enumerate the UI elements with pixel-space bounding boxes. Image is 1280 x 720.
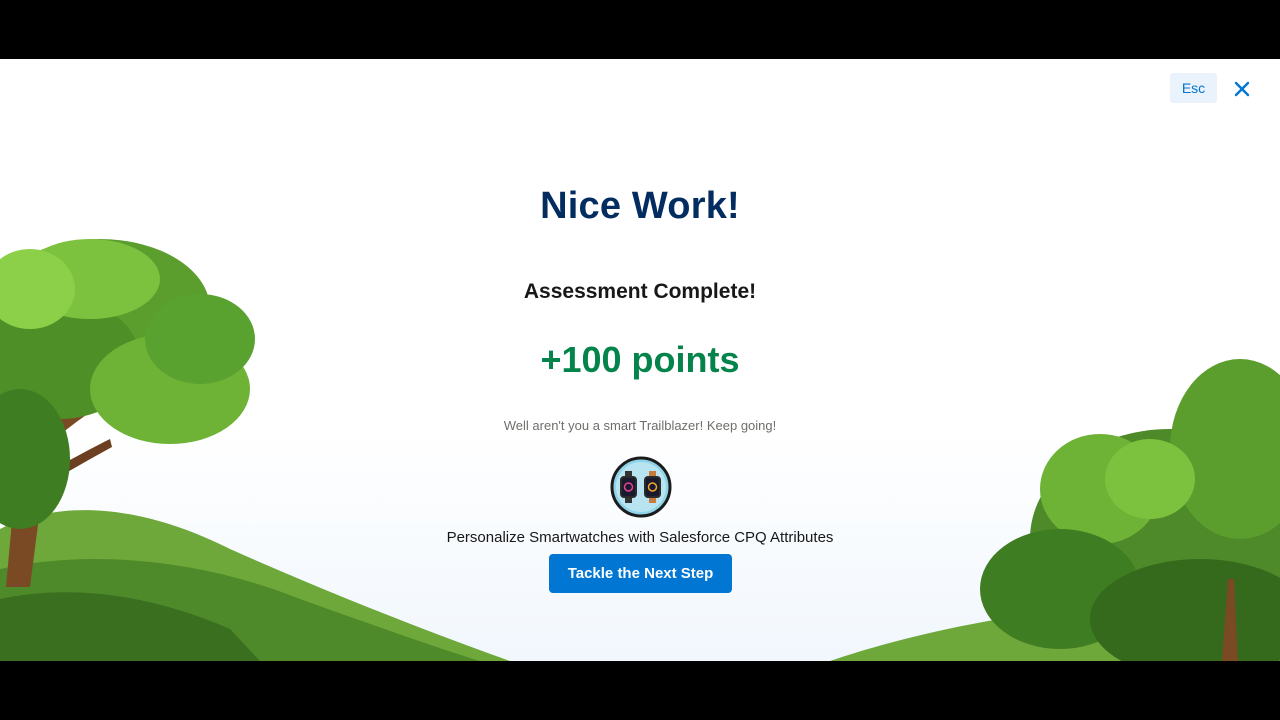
- encouragement-message: Well aren't you a smart Trailblazer! Kee…: [503, 418, 777, 433]
- assessment-status: Assessment Complete!: [523, 280, 757, 303]
- page-title: Nice Work!: [540, 185, 740, 227]
- letterbox-top: [0, 0, 1280, 59]
- tackle-next-step-button[interactable]: Tackle the Next Step: [549, 554, 732, 593]
- completion-content: Nice Work! Assessment Complete! +100 poi…: [340, 59, 940, 661]
- close-icon: [1234, 81, 1250, 97]
- letterbox-bottom: [0, 661, 1280, 720]
- smartwatch-badge-icon: [610, 456, 672, 518]
- module-name: Personalize Smartwatches with Salesforce…: [446, 529, 834, 546]
- close-button[interactable]: [1228, 75, 1256, 103]
- points-earned: +100 points: [540, 339, 740, 380]
- esc-label: Esc: [1181, 80, 1206, 96]
- completion-modal: Esc Nice Work! Assessment Complete! +100…: [0, 59, 1280, 661]
- esc-button[interactable]: Esc: [1170, 73, 1217, 103]
